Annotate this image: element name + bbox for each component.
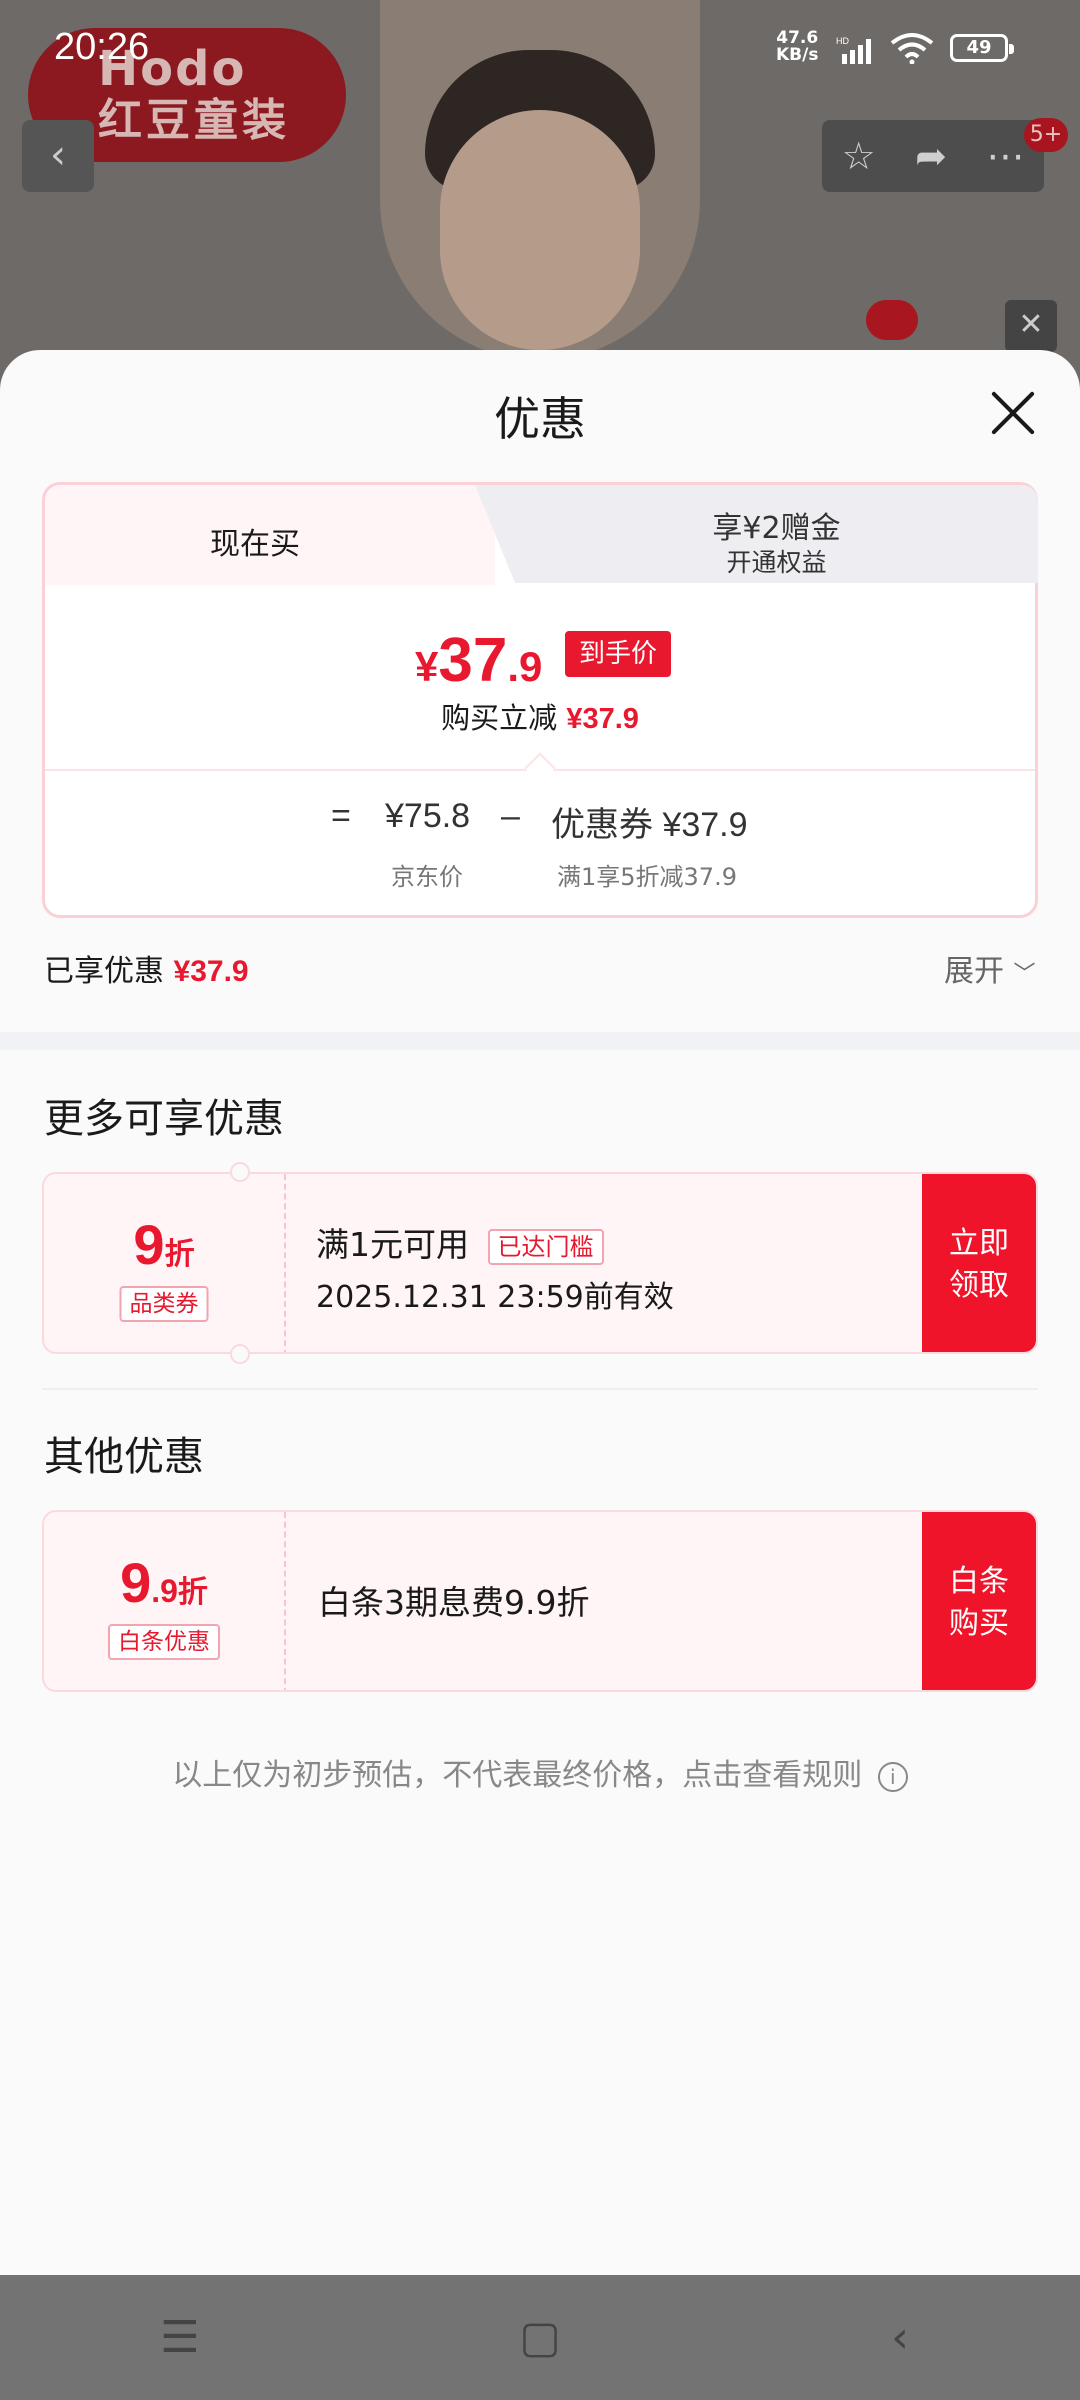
enjoyed-amount: ¥37.9	[173, 955, 249, 988]
coupon-threshold-tag: 已达门槛	[487, 1228, 604, 1265]
coupon-discount-num: 9	[133, 1213, 165, 1276]
instant-reduce-amount: ¥37.9	[566, 703, 639, 735]
claim-line1: 立即	[949, 1226, 1009, 1261]
coupon-dash-divider	[284, 1174, 286, 1352]
hd-label: HD	[836, 36, 849, 46]
formula-jd-price-label: 京东价	[391, 863, 463, 891]
instant-reduce: 购买立减 ¥37.9	[45, 695, 1035, 737]
formula-minus: –	[501, 797, 520, 835]
tab-bonus[interactable]: 享¥2赠金 开通权益	[475, 485, 1038, 583]
price-symbol: ¥	[415, 643, 439, 690]
coupon-type-tag: 品类券	[119, 1286, 209, 1322]
enjoyed-label: 已享优惠	[44, 954, 164, 989]
price-decimal: .9	[507, 643, 543, 690]
formula-jd-price: ¥75.8	[385, 797, 471, 835]
wifi-icon	[890, 33, 934, 64]
float-close-icon[interactable]: ✕	[1005, 300, 1057, 352]
baitiao-discount: 9.9折 白条优惠	[44, 1512, 284, 1690]
back-nav-icon[interactable]: ‹	[840, 2312, 960, 2363]
thin-separator	[42, 1388, 1038, 1390]
baitiao-coupon: 9.9折 白条优惠 白条3期息费9.9折 白条 购买	[42, 1510, 1038, 1692]
more-offers-title: 更多可享优惠	[44, 1096, 284, 1142]
baitiao-discount-unit: 折	[177, 1576, 208, 1609]
baitiao-dash-divider	[284, 1512, 286, 1690]
tab-bonus-sub: 开通权益	[726, 548, 827, 577]
floating-promo[interactable]	[866, 300, 918, 340]
final-price: ¥37.9	[415, 625, 542, 696]
enjoyed-discount: 已享优惠 ¥37.9	[44, 946, 249, 990]
coupon-discount-value: 9折	[44, 1212, 284, 1277]
tab-buy-now-label: 现在买	[210, 527, 300, 562]
system-nav-bar: ☰ ▢ ‹	[0, 2275, 1080, 2400]
favorite-star-icon[interactable]: ☆	[842, 134, 876, 178]
coupon-condition-row: 满1元可用 已达门槛	[316, 1218, 604, 1266]
divider-pointer	[524, 752, 556, 784]
model-face	[440, 110, 640, 350]
more-icon[interactable]: ⋯	[986, 134, 1024, 178]
baitiao-line2: 购买	[949, 1606, 1009, 1641]
other-offers-title: 其他优惠	[44, 1434, 204, 1480]
sheet-title: 优惠	[494, 392, 586, 446]
baitiao-discount-decimal: .9	[151, 1573, 178, 1609]
net-speed: 47.6 KB/s	[776, 30, 818, 64]
final-price-tag: 到手价	[565, 631, 671, 677]
more-badge: 5+	[1024, 118, 1068, 152]
disclaimer-link[interactable]: 以上仅为初步预估，不代表最终价格，点击查看规则 i	[0, 1750, 1080, 1794]
back-button[interactable]: ‹	[22, 120, 94, 192]
close-icon[interactable]	[990, 390, 1036, 436]
top-action-bar: ☆ ➦ ⋯	[822, 120, 1044, 192]
baitiao-discount-value: 9.9折	[44, 1550, 284, 1615]
expand-label: 展开	[944, 954, 1004, 989]
coupon-condition: 满1元可用	[316, 1225, 469, 1264]
info-icon: i	[877, 1761, 908, 1792]
coupon-notch-top	[230, 1162, 250, 1182]
coupon-notch-bottom	[230, 1344, 250, 1364]
coupon-discount: 9折 品类券	[44, 1174, 284, 1352]
battery-icon: 49	[950, 34, 1014, 62]
signal-icon: HD	[836, 36, 871, 64]
chevron-down-icon: ﹀	[1013, 962, 1036, 987]
tab-bonus-label: 享¥2赠金	[712, 511, 841, 546]
net-speed-unit: KB/s	[776, 45, 819, 65]
claim-coupon-button[interactable]: 立即 领取	[922, 1174, 1036, 1352]
baitiao-line1: 白条	[949, 1564, 1009, 1599]
brand-logo-bottom: 红豆童装	[98, 95, 290, 146]
instant-reduce-label: 购买立减	[441, 701, 558, 735]
menu-icon[interactable]: ☰	[120, 2312, 240, 2363]
disclaimer-text: 以上仅为初步预估，不代表最终价格，点击查看规则	[172, 1758, 863, 1793]
formula-equals: =	[331, 797, 351, 835]
formula-coupon: 优惠券 ¥37.9	[551, 806, 748, 844]
status-bar: 20:26 47.6 KB/s HD 49	[0, 0, 1080, 96]
formula-coupon-desc: 满1享5折减37.9	[557, 863, 737, 891]
status-time: 20:26	[54, 26, 150, 68]
price-card: 现在买 享¥2赠金 开通权益 ¥37.9 到手价 购买立减 ¥37.9 = ¥7…	[42, 482, 1038, 918]
offers-sheet: 优惠 现在买 享¥2赠金 开通权益 ¥37.9 到手价 购买立减 ¥37.9 =…	[0, 350, 1080, 2275]
baitiao-buy-button[interactable]: 白条 购买	[922, 1512, 1036, 1690]
coupon-discount-unit: 折	[164, 1238, 195, 1271]
baitiao-discount-num: 9	[120, 1551, 152, 1614]
category-coupon: 9折 品类券 满1元可用 已达门槛 2025.12.31 23:59前有效 立即…	[42, 1172, 1038, 1354]
baitiao-type-tag: 白条优惠	[108, 1624, 220, 1660]
baitiao-desc: 白条3期息费9.9折	[318, 1583, 590, 1622]
tab-buy-now[interactable]: 现在买	[45, 485, 495, 585]
expand-button[interactable]: 展开 ﹀	[944, 946, 1036, 990]
share-icon[interactable]: ➦	[915, 134, 947, 178]
coupon-validity: 2025.12.31 23:59前有效	[316, 1280, 674, 1315]
claim-line2: 领取	[949, 1268, 1009, 1303]
home-icon[interactable]: ▢	[480, 2312, 600, 2363]
price-integer: 37	[438, 626, 508, 695]
section-separator	[0, 1032, 1080, 1050]
